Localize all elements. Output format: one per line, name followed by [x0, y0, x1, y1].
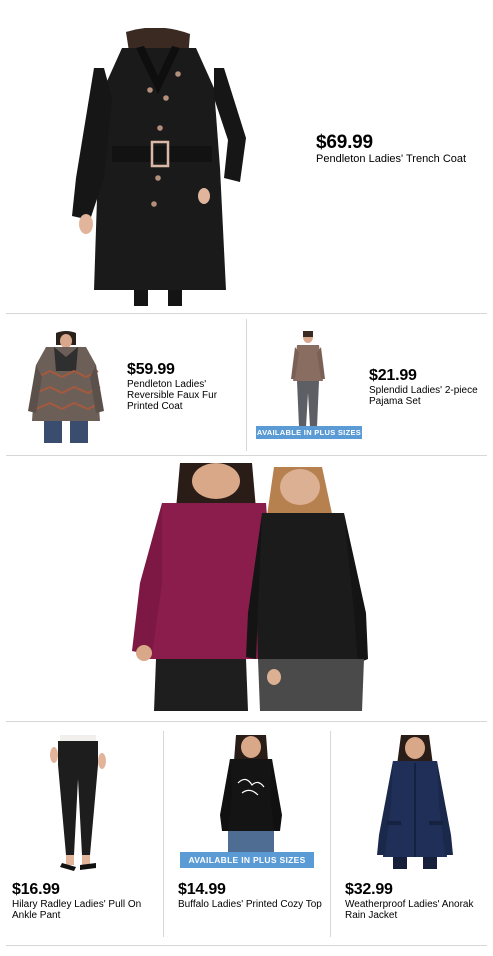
anorak-jacket-image[interactable]: [371, 735, 459, 869]
plus-sizes-badge-label: AVAILABLE IN PLUS SIZES: [188, 855, 306, 865]
ankle-pant-image[interactable]: [50, 735, 106, 871]
ankle-pant-name: Hilary Radley Ladies' Pull On Ankle Pant: [12, 899, 142, 921]
product-tile-printed-coat[interactable]: $59.99 Pendleton Ladies' Reversible Faux…: [0, 313, 246, 455]
anorak-jacket-name: Weatherproof Ladies' Anorak Rain Jacket: [345, 899, 474, 921]
plus-sizes-badge: AVAILABLE IN PLUS SIZES: [256, 426, 362, 439]
product-tile-ankle-pant[interactable]: $16.99 Hilary Radley Ladies' Pull On Ank…: [0, 721, 163, 939]
product-row-4: $16.99 Hilary Radley Ladies' Pull On Ank…: [0, 721, 493, 956]
plus-sizes-badge: AVAILABLE IN PLUS SIZES: [180, 852, 314, 868]
ankle-pant-price: $16.99: [12, 881, 60, 898]
product-row-2: $59.99 Pendleton Ladies' Reversible Faux…: [0, 313, 493, 455]
printed-coat-image[interactable]: [26, 331, 106, 443]
pajama-set-name: Splendid Ladies' 2-piece Pajama Set: [369, 385, 478, 407]
printed-coat-price: $59.99: [127, 361, 175, 378]
hero-product-info: $69.99 Pendleton Ladies' Trench Coat: [316, 132, 486, 165]
ankle-pant-info: $16.99 Hilary Radley Ladies' Pull On Ank…: [12, 881, 160, 921]
plus-sizes-badge-label: AVAILABLE IN PLUS SIZES: [256, 428, 362, 437]
pajama-set-info: $21.99 Splendid Ladies' 2-piece Pajama S…: [369, 367, 481, 407]
hero-price: $69.99: [316, 132, 373, 153]
hero-product-name: Pendleton Ladies' Trench Coat: [316, 153, 467, 165]
hero-product[interactable]: $69.99 Pendleton Ladies' Trench Coat: [0, 0, 493, 313]
cozy-top-info: $14.99 Buffalo Ladies' Printed Cozy Top: [178, 881, 328, 910]
feature-image-section: [0, 455, 493, 721]
product-tile-anorak-jacket[interactable]: $32.99 Weatherproof Ladies' Anorak Rain …: [331, 721, 493, 939]
product-tile-cozy-top[interactable]: AVAILABLE IN PLUS SIZES $14.99 Buffalo L…: [164, 721, 330, 939]
anorak-jacket-info: $32.99 Weatherproof Ladies' Anorak Rain …: [345, 881, 491, 921]
pajama-set-image[interactable]: [291, 331, 325, 435]
printed-coat-name: Pendleton Ladies' Reversible Faux Fur Pr…: [127, 379, 218, 412]
cozy-top-name: Buffalo Ladies' Printed Cozy Top: [178, 899, 322, 910]
divider: [6, 945, 487, 946]
cozy-top-image[interactable]: [218, 735, 284, 853]
printed-coat-info: $59.99 Pendleton Ladies' Reversible Faux…: [127, 361, 239, 412]
product-tile-pajama-set[interactable]: AVAILABLE IN PLUS SIZES $21.99 Splendid …: [247, 313, 487, 455]
pajama-set-price: $21.99: [369, 367, 417, 384]
cozy-top-price: $14.99: [178, 881, 226, 898]
two-women-tops-image[interactable]: [96, 463, 376, 711]
trench-coat-image[interactable]: [64, 28, 252, 306]
anorak-jacket-price: $32.99: [345, 881, 393, 898]
